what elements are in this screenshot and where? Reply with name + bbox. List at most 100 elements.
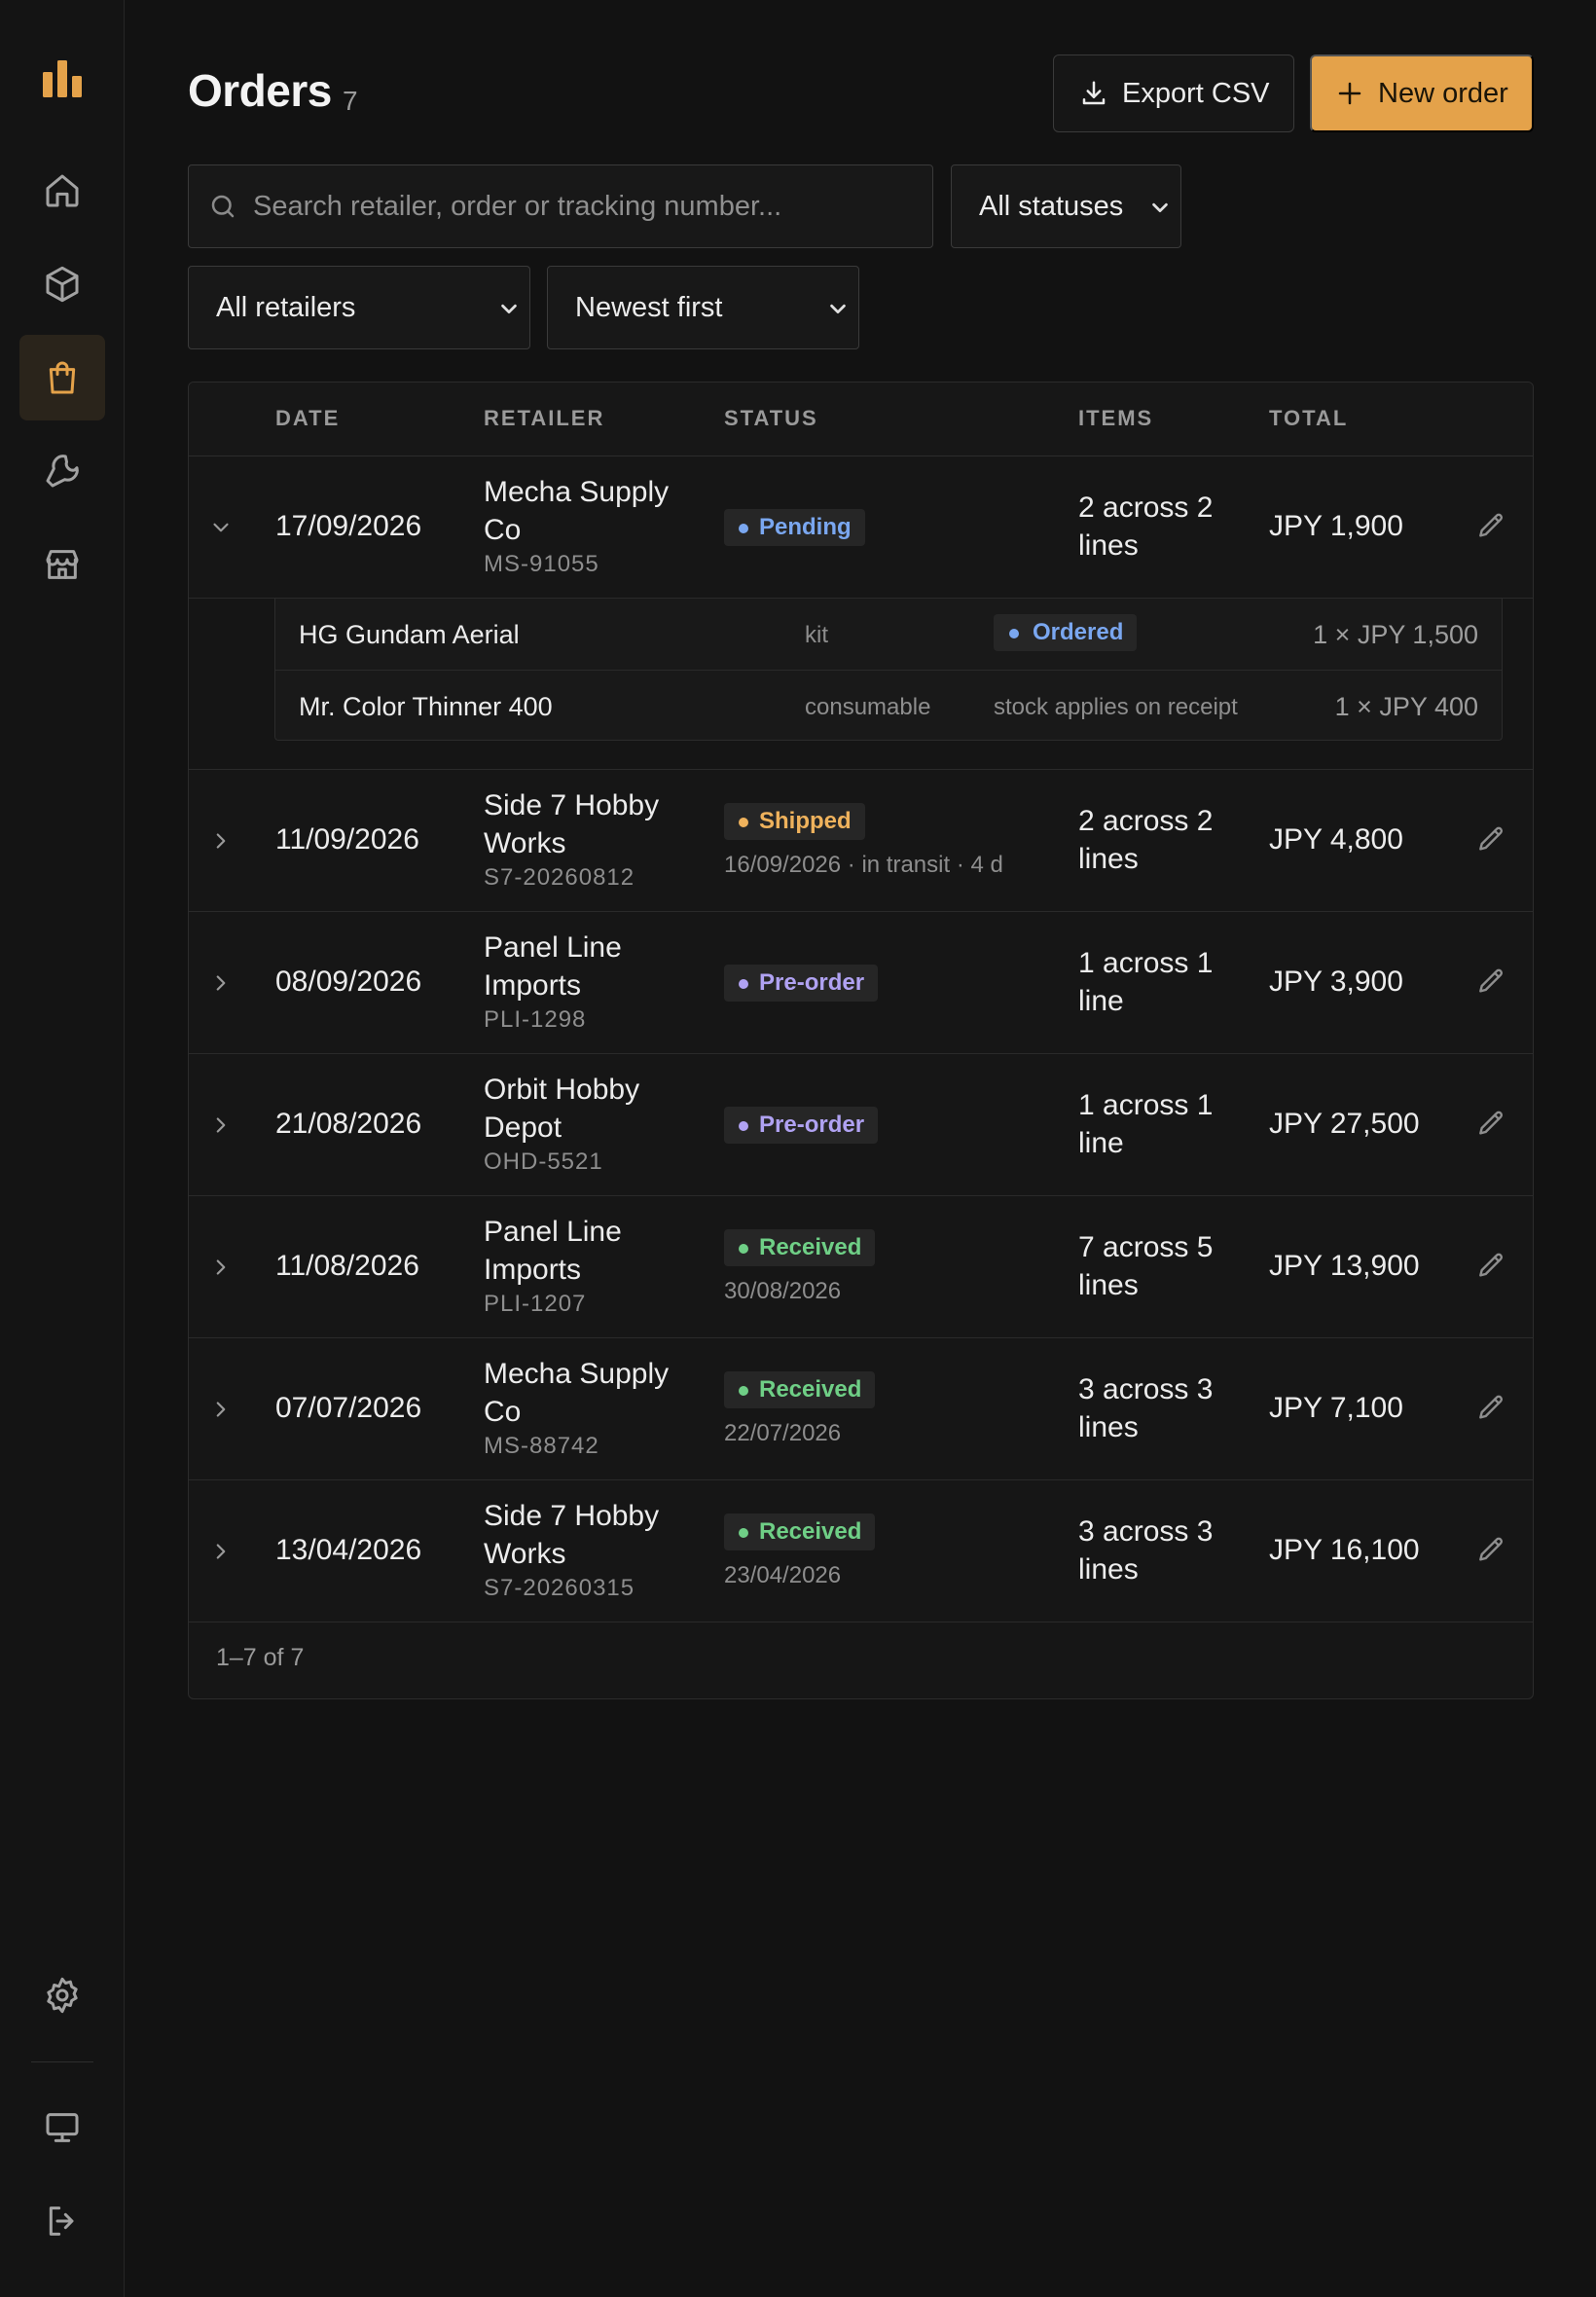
order-reference: S7-20260812 [484,864,635,891]
new-order-label: New order [1378,77,1508,109]
edit-icon[interactable] [1475,1251,1506,1282]
chevron-right-icon[interactable] [208,1539,234,1564]
order-date: 08/09/2026 [275,966,422,998]
order-reference: PLI-1207 [484,1291,587,1317]
line-item-name: HG Gundam Aerial [299,620,520,649]
sidebar-item-display[interactable] [19,2085,105,2170]
status-badge: Pre-order [724,1107,879,1144]
retailer-name: Side 7 Hobby Works [484,1500,660,1570]
box-icon [46,266,79,303]
retailer-name: Panel Line Imports [484,1216,622,1286]
table-row[interactable]: 17/09/2026 Mecha Supply Co MS-91055 Pend… [189,456,1533,599]
table-header: DATE RETAILER STATUS ITEMS TOTAL [189,383,1533,456]
order-reference: MS-88742 [484,1433,599,1459]
order-reference: PLI-1298 [484,1006,587,1033]
table-row[interactable]: 11/09/2026 Side 7 Hobby Works S7-2026081… [189,770,1533,912]
table-row[interactable]: 08/09/2026 Panel Line Imports PLI-1298 P… [189,912,1533,1054]
order-total: JPY 4,800 [1269,823,1403,856]
sidebar [0,0,125,2297]
retailer-name: Panel Line Imports [484,931,622,1002]
retailer-name: Side 7 Hobby Works [484,789,660,859]
column-header-total[interactable]: TOTAL [1269,406,1348,431]
edit-icon[interactable] [1475,1109,1506,1140]
edit-icon[interactable] [1475,824,1506,856]
order-date: 11/09/2026 [275,823,419,856]
line-item-quantity-price: 1 × JPY 1,500 [1313,620,1478,649]
line-item-quantity-price: 1 × JPY 400 [1334,692,1478,721]
line-item-type: consumable [805,694,931,720]
plus-icon [1338,82,1361,105]
status-detail: 16/09/2026 · in transit · 4 d [724,852,1003,878]
sidebar-item-retailers[interactable] [19,522,105,607]
edit-icon[interactable] [1475,1393,1506,1424]
wrench-icon [46,455,79,488]
sidebar-item-settings[interactable] [19,1952,105,2038]
item-summary: 2 across 2 lines [1078,492,1214,562]
order-line-item: Mr. Color Thinner 400 consumable stock a… [275,670,1502,741]
edit-icon[interactable] [1475,1535,1506,1566]
item-summary: 3 across 3 lines [1078,1515,1214,1586]
column-header-status[interactable]: STATUS [724,406,818,431]
column-header-date[interactable]: DATE [275,406,340,431]
status-filter-value: All statuses [979,190,1124,222]
status-detail: 22/07/2026 [724,1420,842,1446]
sidebar-item-logout[interactable] [19,2178,105,2264]
chevron-down-icon [1152,202,1168,213]
sidebar-item-tools[interactable] [19,428,105,514]
chevron-down-icon [830,304,846,314]
chevron-right-icon[interactable] [208,1397,234,1422]
chevron-down-icon[interactable] [208,515,234,540]
column-header-items[interactable]: ITEMS [1078,406,1153,431]
table-row[interactable]: 11/08/2026 Panel Line Imports PLI-1207 R… [189,1196,1533,1338]
item-summary: 7 across 5 lines [1078,1231,1214,1301]
orders-table: DATE RETAILER STATUS ITEMS TOTAL 17/09/2… [188,382,1534,1699]
chevron-down-icon [501,304,517,314]
search-icon [211,195,235,218]
status-badge: Received [724,1229,876,1266]
table-row[interactable]: 21/08/2026 Orbit Hobby Depot OHD-5521 Pr… [189,1054,1533,1196]
order-date: 13/04/2026 [275,1534,422,1566]
order-date: 21/08/2026 [275,1108,422,1140]
status-badge: Pending [724,509,865,546]
table-row[interactable]: 07/07/2026 Mecha Supply Co MS-88742 Rece… [189,1338,1533,1480]
status-detail: 30/08/2026 [724,1278,842,1304]
status-filter-select[interactable]: All statuses [951,164,1181,248]
monitor-icon [46,2113,79,2142]
search-input[interactable] [253,190,915,223]
retailer-filter-select[interactable]: All retailers [188,266,530,349]
new-order-button[interactable]: New order [1310,55,1534,132]
store-icon [46,550,79,579]
search-box [188,164,933,248]
line-status-badge: Ordered [994,614,1138,651]
page-title: Orders [188,65,332,116]
order-line-item: HG Gundam Aerial kit Ordered 1 × JPY 1,5… [275,599,1502,670]
order-total: JPY 27,500 [1269,1108,1420,1140]
export-csv-button[interactable]: Export CSV [1053,55,1294,132]
status-badge: Received [724,1371,876,1408]
table-row[interactable]: 13/04/2026 Side 7 Hobby Works S7-2026031… [189,1480,1533,1622]
sort-select[interactable]: Newest first [547,266,859,349]
sidebar-item-inventory[interactable] [19,241,105,327]
edit-icon[interactable] [1475,966,1506,998]
retailer-name: Orbit Hobby Depot [484,1074,640,1144]
export-csv-label: Export CSV [1122,77,1270,109]
edit-icon[interactable] [1475,511,1506,542]
sidebar-divider [31,2061,93,2062]
order-reference: OHD-5521 [484,1148,603,1175]
column-header-retailer[interactable]: RETAILER [484,406,604,431]
order-total: JPY 7,100 [1269,1392,1403,1424]
order-date: 07/07/2026 [275,1392,422,1424]
sidebar-item-orders[interactable] [19,335,105,420]
status-detail: 23/04/2026 [724,1562,842,1588]
status-badge: Pre-order [724,965,879,1002]
chevron-right-icon[interactable] [208,1255,234,1280]
order-line-details: HG Gundam Aerial kit Ordered 1 × JPY 1,5… [189,599,1533,770]
order-total: JPY 16,100 [1269,1534,1420,1566]
retailer-filter-value: All retailers [216,291,356,323]
chevron-right-icon[interactable] [208,828,234,854]
gear-icon [47,1977,78,2014]
retailer-name: Mecha Supply Co [484,1358,670,1428]
chevron-right-icon[interactable] [208,970,234,996]
sidebar-item-home[interactable] [19,148,105,234]
chevron-right-icon[interactable] [208,1112,234,1138]
